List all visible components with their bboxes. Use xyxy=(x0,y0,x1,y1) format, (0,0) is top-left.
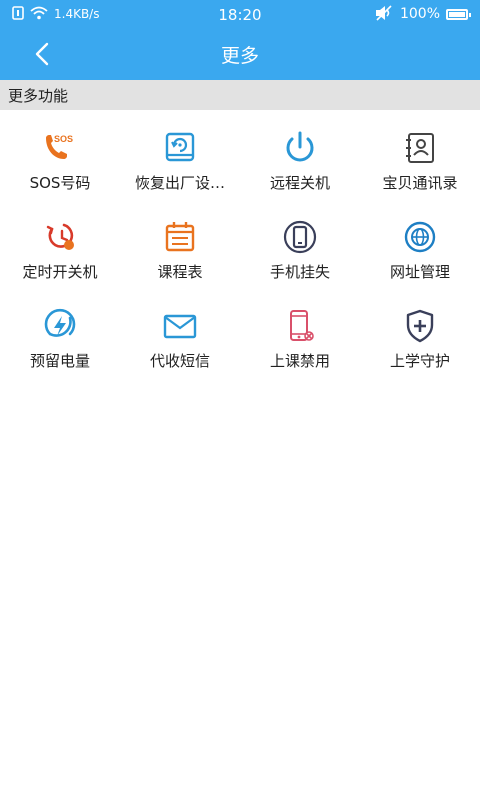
feature-baby-contacts[interactable]: 宝贝通讯录 xyxy=(360,116,480,205)
feature-grid: SOS SOS号码 恢复出厂设… 远程关机 宝贝通讯录 定时开关机 课程表 手机… xyxy=(0,110,480,383)
feature-label: 恢复出厂设… xyxy=(134,174,225,192)
feature-label: 预留电量 xyxy=(29,352,90,370)
feature-url-management[interactable]: 网址管理 xyxy=(360,205,480,294)
feature-label: 远程关机 xyxy=(269,174,330,192)
power-icon xyxy=(280,128,320,168)
feature-sms-collect[interactable]: 代收短信 xyxy=(120,294,240,383)
contacts-icon xyxy=(400,128,440,168)
battery-icon xyxy=(446,8,471,20)
feature-label: 手机挂失 xyxy=(269,263,330,281)
feature-reserved-battery[interactable]: 预留电量 xyxy=(0,294,120,383)
wifi-icon xyxy=(30,6,48,23)
battery-percent: 100% xyxy=(399,6,440,22)
battery-bolt-icon xyxy=(40,306,80,346)
chevron-left-icon xyxy=(35,42,49,66)
feature-sos-number[interactable]: SOS SOS号码 xyxy=(0,116,120,205)
feature-school-guard[interactable]: 上学守护 xyxy=(360,294,480,383)
envelope-icon xyxy=(160,306,200,346)
feature-class-disable[interactable]: 上课禁用 xyxy=(240,294,360,383)
feature-label: 网址管理 xyxy=(389,263,450,281)
sim-icon xyxy=(12,5,24,23)
section-title: 更多功能 xyxy=(8,86,69,105)
feature-label: 代收短信 xyxy=(149,352,210,370)
feature-label: SOS号码 xyxy=(29,174,91,192)
phone-disable-icon xyxy=(280,306,320,346)
sos-phone-icon: SOS xyxy=(40,128,80,168)
svg-text:SOS: SOS xyxy=(54,134,73,144)
page-title: 更多 xyxy=(220,44,259,67)
feature-label: 宝贝通讯录 xyxy=(382,174,458,192)
nav-bar: 更多 xyxy=(0,28,480,80)
shield-plus-icon xyxy=(400,306,440,346)
feature-label: 上学守护 xyxy=(389,352,450,370)
feature-label: 定时开关机 xyxy=(22,263,98,281)
top-bar: 1.4KB/s 18:20 100% 更多 xyxy=(0,0,480,80)
feature-phone-lost[interactable]: 手机挂失 xyxy=(240,205,360,294)
factory-reset-icon xyxy=(160,128,200,168)
speaker-icon xyxy=(374,4,394,24)
section-header: 更多功能 xyxy=(0,80,480,110)
feature-remote-shutdown[interactable]: 远程关机 xyxy=(240,116,360,205)
globe-icon xyxy=(400,217,440,257)
net-speed: 1.4KB/s xyxy=(54,7,100,21)
status-bar: 1.4KB/s 18:20 100% xyxy=(0,0,480,28)
feature-schedule[interactable]: 课程表 xyxy=(120,205,240,294)
back-button[interactable] xyxy=(26,38,58,70)
feature-label: 上课禁用 xyxy=(269,352,330,370)
phone-lost-icon xyxy=(280,217,320,257)
feature-timer-power[interactable]: 定时开关机 xyxy=(0,205,120,294)
calendar-icon xyxy=(160,217,200,257)
feature-label: 课程表 xyxy=(157,263,203,281)
feature-factory-reset[interactable]: 恢复出厂设… xyxy=(120,116,240,205)
timer-power-icon xyxy=(40,217,80,257)
